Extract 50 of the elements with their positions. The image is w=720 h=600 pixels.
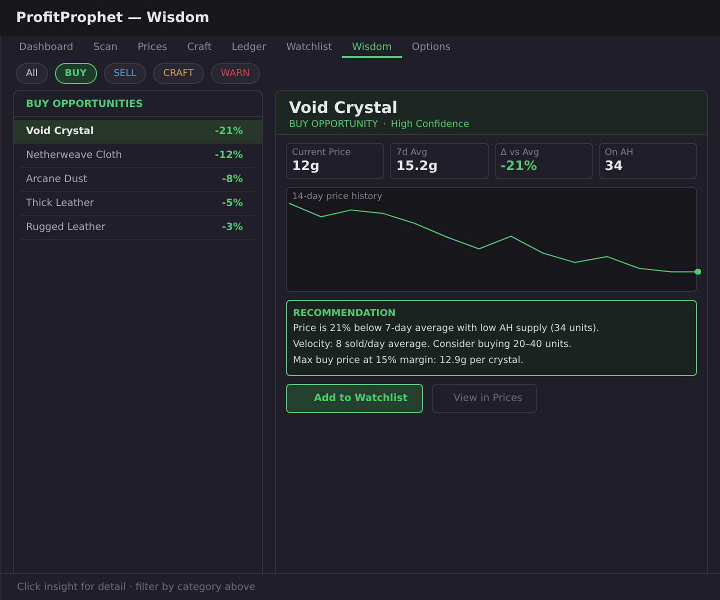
stat-value: 15.2g — [396, 159, 439, 174]
price-change: -8% — [222, 174, 243, 185]
item-name: Netherweave Cloth — [26, 150, 122, 161]
insight-row[interactable]: Void Crystal -21% — [14, 120, 262, 144]
filter-chip[interactable]: SELL — [104, 63, 146, 84]
category-label: BUY OPPORTUNITY — [289, 119, 378, 130]
status-text: Click insight for detail · filter by category above — [17, 582, 256, 592]
item-name: Rugged Leather — [26, 222, 106, 233]
recommendation-text: Max buy price at 15% margin: 12.9g per crystal. — [293, 354, 524, 367]
detail-title: Void Crystal — [289, 98, 399, 117]
separator-dot: · — [382, 119, 386, 130]
insight-row[interactable]: Arcane Dust -8% — [21, 168, 255, 192]
nav-tab[interactable]: Options — [402, 40, 460, 58]
stat-label: Δ vs Avg — [500, 148, 540, 158]
recommendation-text: Price is 21% below 7-day average with low AH supply (34 units). — [293, 322, 600, 335]
price-change: -5% — [222, 198, 243, 209]
nav-tab[interactable]: Dashboard — [9, 40, 84, 58]
nav-tab[interactable]: Prices — [128, 40, 178, 58]
item-name: Arcane Dust — [26, 174, 88, 185]
filter-chip[interactable]: WARN — [210, 63, 260, 84]
view-button[interactable]: View in Prices — [432, 384, 538, 413]
stat-value: -21% — [500, 159, 538, 174]
insight-row[interactable]: Thick Leather -5% — [21, 192, 255, 216]
item-name: Void Crystal — [26, 126, 94, 137]
stat-value: 12g — [292, 159, 320, 174]
window-title: ProfitProphet — Wisdom — [16, 10, 210, 26]
nav-tab[interactable]: Watchlist — [276, 40, 342, 58]
price-change: -12% — [214, 150, 243, 161]
stat-label: 7d Avg — [396, 148, 428, 158]
price-change: -3% — [222, 222, 243, 233]
recommendation-heading: RECOMMENDATION — [293, 308, 397, 319]
item-name: Thick Leather — [26, 198, 94, 209]
chart-label: 14-day price history — [291, 191, 384, 202]
stat-label: Current Price — [292, 148, 352, 158]
watchlist-button[interactable]: Add to Watchlist — [286, 384, 423, 413]
filter-chip[interactable]: All — [16, 63, 48, 84]
list-heading: BUY OPPORTUNITIES — [14, 91, 262, 117]
filter-chip[interactable]: BUY — [54, 63, 97, 84]
insight-row[interactable]: Netherweave Cloth -12% — [21, 144, 255, 168]
recommendation-text: Velocity: 8 sold/day average. Consider buying 20–40 units. — [293, 338, 572, 351]
insight-row[interactable]: Rugged Leather -3% — [21, 216, 255, 240]
confidence-label: High Confidence — [390, 119, 470, 130]
nav-tab[interactable]: Scan — [83, 40, 128, 58]
nav-tab[interactable]: Ledger — [222, 40, 276, 58]
stat-value: 34 — [604, 159, 624, 174]
price-change: -21% — [214, 126, 243, 137]
nav-tab[interactable]: Craft — [177, 40, 222, 58]
nav-tab[interactable]: Wisdom — [342, 40, 402, 58]
stat-label: On AH — [604, 148, 634, 158]
filter-chip[interactable]: CRAFT — [153, 63, 204, 84]
